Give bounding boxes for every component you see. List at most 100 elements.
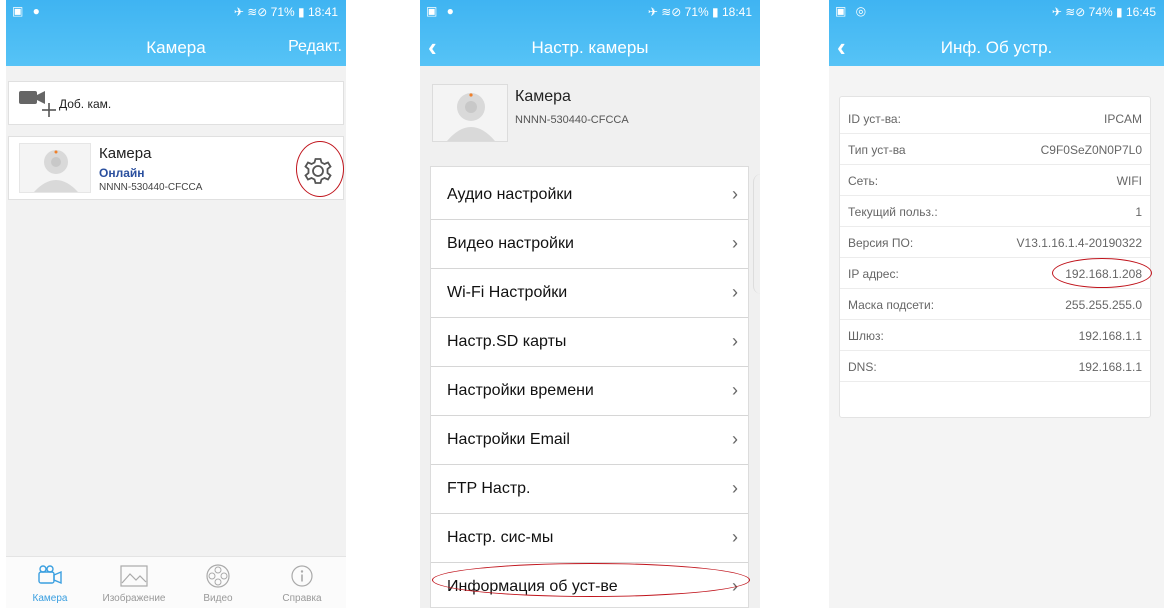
page-title: Инф. Об устр. [940,38,1053,57]
nav-label: Камера [32,593,68,604]
menu-item-label: FTP Настр. [447,480,531,497]
device-name: Камера [515,88,571,105]
chevron-right-icon: › [732,527,738,547]
film-reel-icon [206,564,230,588]
menu-item-audio-settings[interactable]: Аудио настройки › [431,171,748,220]
menu-item-label: Wi-Fi Настройки [447,284,568,301]
device-info-card: ID уст-ва: IPCAM Тип уст-ва C9F0SeZ0N0P7… [839,96,1152,418]
menu-item-time-settings[interactable]: Настройки времени › [431,367,748,416]
menu-item-email-settings[interactable]: Настройки Email › [431,416,748,465]
chevron-right-icon: › [732,380,738,400]
camera-name: Камера [99,145,152,162]
info-key: IP адрес: [848,267,899,281]
status-bar: ▣ ● ✈ ≋⊘ 71% ▮ 18:41 [6,0,346,22]
menu-item-label: Настройки времени [447,382,594,399]
status-bar: ▣ ● ✈ ≋⊘ 71% ▮ 18:41 [420,0,760,22]
annotation-ellipse-device-info [432,563,750,597]
add-camera-icon [19,91,56,117]
menu-item-label: Видео настройки [447,235,574,252]
info-row-subnet-mask: Маска подсети: 255.255.255.0 [840,289,1150,320]
annotation-ellipse-gear [296,141,344,197]
camera-thumbnail [19,143,91,193]
nav-label: Изображение [102,593,166,604]
info-key: Сеть: [848,174,879,188]
info-row-dns: DNS: 192.168.1.1 [840,351,1150,382]
edit-button[interactable]: Редакт. [288,38,342,56]
info-row-device-id: ID уст-ва: IPCAM [840,103,1150,134]
nav-label: Видео [203,593,233,604]
chevron-right-icon: › [732,282,738,302]
device-id: NNNN-530440-CFCCA [515,114,629,126]
info-key: DNS: [848,360,877,374]
status-icons-right: ✈ ≋⊘ 71% ▮ 18:41 [233,5,338,19]
chevron-right-icon: › [732,478,738,498]
status-icons-left: ▣ ● [12,4,43,18]
nav-item-camera[interactable]: Камера [10,563,90,604]
settings-menu: Аудио настройки › Видео настройки › Wi-F… [430,166,749,608]
status-icons-right: ✈ ≋⊘ 71% ▮ 18:41 [647,5,752,19]
info-value: 255.255.255.0 [1065,298,1142,312]
status-bar: ▣ ◎ ✈ ≋⊘ 74% ▮ 16:45 [829,0,1164,22]
panel-edge [342,200,346,292]
webcam-icon [447,93,495,141]
info-value: 192.168.1.1 [1078,360,1142,374]
bottom-navigation: Камера Изображение Видео Справка [6,556,346,608]
status-icons-right: ✈ ≋⊘ 74% ▮ 16:45 [1051,5,1156,19]
menu-item-label: Настройки Email [447,431,570,448]
header-bar: ▣ ◎ ✈ ≋⊘ 74% ▮ 16:45 ‹ Инф. Об устр. [829,0,1164,66]
nav-item-video[interactable]: Видео [178,563,258,604]
info-row-gateway: Шлюз: 192.168.1.1 [840,320,1150,351]
info-icon [291,565,313,587]
menu-item-sd-card[interactable]: Настр.SD карты › [431,318,748,367]
info-key: Шлюз: [848,329,884,343]
add-camera-button[interactable]: Доб. кам. [8,81,344,125]
chevron-right-icon: › [732,331,738,351]
info-row-network: Сеть: WIFI [840,165,1150,196]
annotation-ellipse-ip-address [1052,258,1152,288]
menu-item-wifi-settings[interactable]: Wi-Fi Настройки › [431,269,748,318]
status-icons-left: ▣ ● [426,4,457,18]
camera-list-screen: ▣ ● ✈ ≋⊘ 71% ▮ 18:41 Камера Редакт. Доб.… [6,0,346,608]
info-key: Маска подсети: [848,298,935,312]
camera-thumbnail [432,84,508,142]
panel-edge [753,174,760,294]
info-value: WIFI [1116,174,1142,188]
webcam-icon [34,150,78,192]
menu-item-label: Настр.SD карты [447,333,567,350]
menu-item-video-settings[interactable]: Видео настройки › [431,220,748,269]
info-value: C9F0SeZ0N0P7L0 [1040,143,1142,157]
info-key: ID уст-ва: [848,112,901,126]
camera-status: Онлайн [99,166,145,180]
menu-item-system-settings[interactable]: Настр. сис-мы › [431,514,748,563]
info-key: Тип уст-ва [848,143,906,157]
camera-icon [38,565,62,585]
nav-item-help[interactable]: Справка [262,563,342,604]
info-value: 192.168.1.1 [1078,329,1142,343]
info-value: V13.1.16.1.4-20190322 [1016,236,1142,250]
image-icon [120,565,148,587]
menu-item-label: Настр. сис-мы [447,529,554,546]
menu-item-label: Аудио настройки [447,186,573,203]
nav-item-image[interactable]: Изображение [94,563,174,604]
info-key: Текущий польз.: [848,205,938,219]
camera-id: NNNN-530440-CFCCA [99,182,203,193]
menu-item-ftp-settings[interactable]: FTP Настр. › [431,465,748,514]
info-value: 1 [1135,205,1142,219]
chevron-right-icon: › [732,429,738,449]
header-bar: ▣ ● ✈ ≋⊘ 71% ▮ 18:41 ‹ Настр. камеры [420,0,760,66]
camera-list-item[interactable]: Камера Онлайн NNNN-530440-CFCCA [8,136,344,200]
add-camera-label: Доб. кам. [59,97,112,111]
camera-settings-screen: ▣ ● ✈ ≋⊘ 71% ▮ 18:41 ‹ Настр. камеры Кам… [420,0,760,608]
info-row-device-type: Тип уст-ва C9F0SeZ0N0P7L0 [840,134,1150,165]
page-title: Настр. камеры [531,38,649,57]
info-key: Версия ПО: [848,236,914,250]
info-row-firmware-version: Версия ПО: V13.1.16.1.4-20190322 [840,227,1150,258]
status-icons-left: ▣ ◎ [835,4,870,18]
device-header: Камера NNNN-530440-CFCCA [420,66,760,166]
chevron-right-icon: › [732,184,738,204]
info-value: IPCAM [1103,112,1142,126]
header-bar: ▣ ● ✈ ≋⊘ 71% ▮ 18:41 Камера Редакт. [6,0,346,66]
info-row-current-user: Текущий польз.: 1 [840,196,1150,227]
nav-label: Справка [282,593,322,604]
device-info-screen: ▣ ◎ ✈ ≋⊘ 74% ▮ 16:45 ‹ Инф. Об устр. ID … [829,0,1164,608]
